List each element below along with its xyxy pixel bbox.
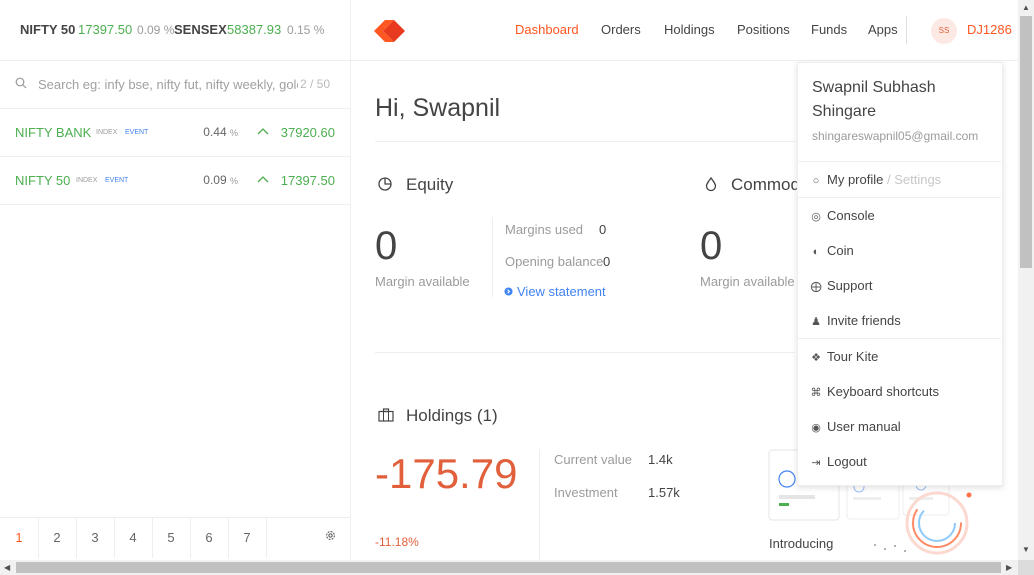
commodity-margin-available-label: Margin available [700, 274, 795, 289]
holdings-title: Holdings (1) [406, 406, 498, 425]
event-tag: EVENT [105, 177, 129, 184]
search-icon [15, 77, 27, 89]
holdings-pnl-percent: -11.18% [375, 535, 419, 549]
opening-balance-value: 0 [603, 254, 611, 269]
page-3[interactable]: 3 [76, 518, 115, 558]
divider [375, 352, 795, 353]
margins-used-label: Margins used [505, 222, 584, 237]
instrument-name: NIFTY BANK [15, 125, 92, 140]
instrument-change: 0.09 % [203, 173, 238, 187]
avatar[interactable]: SS [931, 18, 957, 44]
console-icon: ◎ [811, 211, 821, 223]
nav-positions[interactable]: Positions [737, 22, 790, 37]
view-statement-link[interactable]: View statement [517, 284, 606, 299]
page-4[interactable]: 4 [114, 518, 153, 558]
nav-holdings[interactable]: Holdings [664, 22, 715, 37]
nav-funds[interactable]: Funds [811, 22, 847, 37]
menu-item-my-profile[interactable]: ○ My profile / Settings [810, 172, 942, 192]
instrument-change: 0.44 % [203, 125, 238, 139]
nav-dashboard[interactable]: Dashboard [515, 22, 579, 37]
investment-value: 1.57k [648, 485, 680, 500]
menu-item-logout[interactable]: ⇥ Logout [810, 454, 866, 474]
scrollbar-corner [1018, 560, 1034, 575]
vertical-scrollbar-thumb[interactable] [1020, 16, 1032, 268]
introducing-text: Introducing [769, 536, 834, 551]
drop-icon [705, 176, 717, 192]
scroll-up-arrow-icon[interactable]: ▲ [1022, 3, 1030, 12]
page-6[interactable]: 6 [190, 518, 229, 558]
nav-divider [906, 16, 907, 44]
margins-used-value: 0 [599, 222, 607, 237]
pie-chart-icon [378, 177, 392, 191]
menu-item-keyboard-shortcuts[interactable]: ⌘ Keyboard shortcuts [810, 384, 940, 404]
index-value-sensex: 58387.93 [227, 22, 282, 37]
instrument-ltp: 17397.50 [280, 173, 335, 188]
scroll-left-arrow-icon[interactable]: ◀ [4, 563, 10, 572]
index-name-sensex: SENSEX [174, 22, 227, 37]
nav-orders[interactable]: Orders [601, 22, 641, 37]
equity-title: Equity [406, 175, 454, 194]
support-icon: ⨁ [810, 281, 822, 293]
page-1[interactable]: 1 [0, 518, 39, 558]
help-icon: ◉ [811, 422, 821, 434]
page-7[interactable]: 7 [228, 518, 267, 558]
index-name-nifty50: NIFTY 50 [20, 22, 76, 37]
user-id[interactable]: DJ1286 [967, 22, 1012, 37]
opening-balance-label: Opening balance [505, 254, 604, 269]
divider [798, 338, 1001, 339]
watchlist-count: 2 / 50 [300, 77, 331, 91]
scroll-right-arrow-icon[interactable]: ▶ [1006, 563, 1012, 572]
arrow-circle-icon [504, 287, 513, 296]
investment-label: Investment [554, 485, 618, 500]
divider [539, 449, 540, 560]
index-tag: INDEX [96, 129, 118, 136]
logout-icon: ⇥ [811, 457, 821, 469]
current-value: 1.4k [648, 452, 673, 467]
commodity-title: Commodity [731, 175, 797, 194]
divider [798, 161, 1001, 162]
event-tag: EVENT [125, 129, 149, 136]
search-input[interactable] [38, 74, 298, 94]
index-value-nifty50: 17397.50 [78, 22, 133, 37]
commodity-margin-available: 0 [700, 224, 723, 268]
greeting: Hi, Swapnil [375, 94, 501, 122]
menu-item-coin[interactable]: ◐ Coin [810, 243, 854, 263]
divider [798, 197, 1001, 198]
coin-icon: ◐ [812, 246, 820, 258]
settings-link[interactable]: / Settings [887, 172, 941, 187]
instrument-ltp: 37920.60 [280, 125, 335, 140]
menu-item-support[interactable]: ⨁ Support [810, 278, 873, 298]
page-5[interactable]: 5 [152, 518, 191, 558]
kite-logo[interactable] [374, 20, 406, 42]
page-2[interactable]: 2 [38, 518, 77, 558]
profile-email: shingareswapnil05@gmail.com [812, 129, 979, 143]
divider [375, 141, 795, 142]
equity-margin-available-label: Margin available [375, 274, 470, 289]
horizontal-scrollbar-thumb[interactable] [16, 562, 1001, 573]
holdings-pnl: -175.79 [375, 450, 518, 497]
divider [492, 217, 493, 297]
equity-margin-available: 0 [375, 224, 398, 268]
compass-icon: ❖ [811, 352, 821, 364]
command-key-icon: ⌘ [810, 387, 822, 399]
index-change-nifty50: 0.09 % [137, 23, 175, 37]
menu-item-tour-kite[interactable]: ❖ Tour Kite [810, 349, 878, 369]
index-tag: INDEX [76, 177, 98, 184]
briefcase-icon [378, 408, 394, 422]
menu-item-invite-friends[interactable]: ♟ Invite friends [810, 313, 901, 333]
profile-name: Swapnil Subhash Shingare [812, 79, 936, 120]
gear-icon[interactable] [324, 529, 337, 542]
user-icon: ○ [812, 175, 820, 187]
nav-apps[interactable]: Apps [868, 22, 898, 37]
scroll-down-arrow-icon[interactable]: ▼ [1022, 545, 1030, 554]
current-value-label: Current value [554, 452, 633, 467]
instrument-name: NIFTY 50 [15, 173, 71, 188]
menu-item-user-manual[interactable]: ◉ User manual [810, 419, 901, 439]
add-user-icon: ♟ [811, 316, 821, 328]
menu-item-console[interactable]: ◎ Console [810, 208, 875, 228]
index-change-sensex: 0.15 % [287, 23, 325, 37]
